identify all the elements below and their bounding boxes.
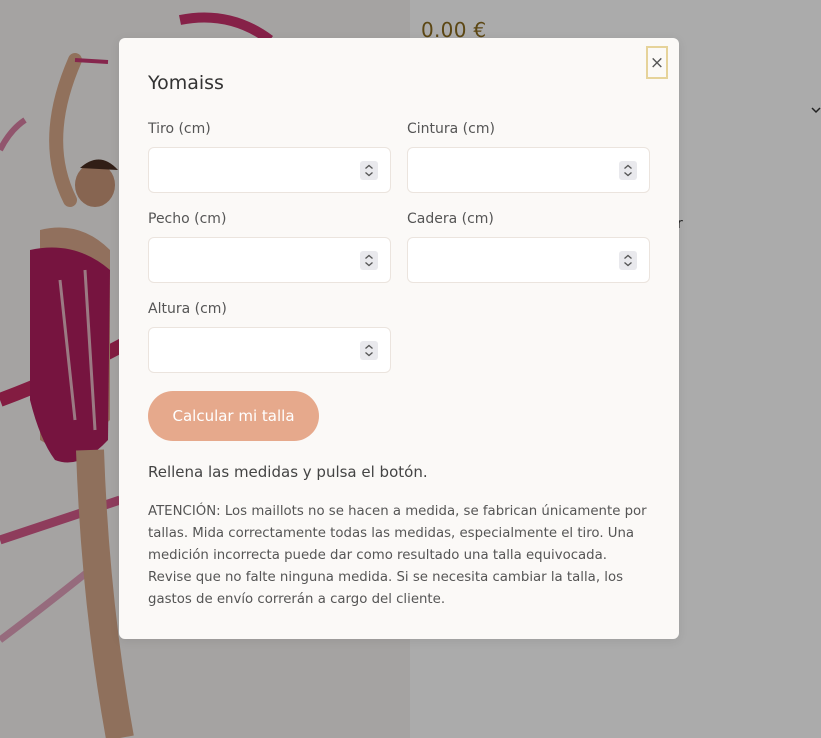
cadera-input[interactable]: [408, 238, 649, 282]
field-label-pecho: Pecho (cm): [148, 211, 227, 227]
cintura-input-wrapper: [407, 147, 650, 193]
number-spinner-icon[interactable]: [360, 251, 378, 270]
number-spinner-icon[interactable]: [619, 251, 637, 270]
close-button[interactable]: ×: [646, 46, 668, 79]
instructions-text: Rellena las medidas y pulsa el botón.: [148, 463, 428, 481]
field-label-cintura: Cintura (cm): [407, 121, 495, 137]
field-cadera: Cadera (cm): [407, 209, 650, 283]
cadera-input-wrapper: [407, 237, 650, 283]
pecho-input-wrapper: [148, 237, 391, 283]
field-label-cadera: Cadera (cm): [407, 211, 494, 227]
altura-input-wrapper: [148, 327, 391, 373]
field-tiro: Tiro (cm): [148, 119, 391, 193]
number-spinner-icon[interactable]: [360, 341, 378, 360]
close-icon: ×: [649, 52, 665, 73]
number-spinner-icon[interactable]: [619, 161, 637, 180]
field-label-altura: Altura (cm): [148, 301, 227, 317]
modal-title: Yomaiss: [148, 72, 224, 94]
field-altura: Altura (cm): [148, 299, 391, 373]
altura-input[interactable]: [149, 328, 390, 372]
warning-text: ATENCIÓN: Los maillots no se hacen a med…: [148, 504, 647, 607]
size-calculator-modal: × Yomaiss Tiro (cm) Cintura (cm) Pecho (…: [119, 38, 679, 639]
tiro-input[interactable]: [149, 148, 390, 192]
pecho-input[interactable]: [149, 238, 390, 282]
field-label-tiro: Tiro (cm): [148, 121, 211, 137]
number-spinner-icon[interactable]: [360, 161, 378, 180]
field-cintura: Cintura (cm): [407, 119, 650, 193]
tiro-input-wrapper: [148, 147, 391, 193]
calculate-size-button[interactable]: Calcular mi talla: [148, 391, 319, 441]
cintura-input[interactable]: [408, 148, 649, 192]
field-pecho: Pecho (cm): [148, 209, 391, 283]
